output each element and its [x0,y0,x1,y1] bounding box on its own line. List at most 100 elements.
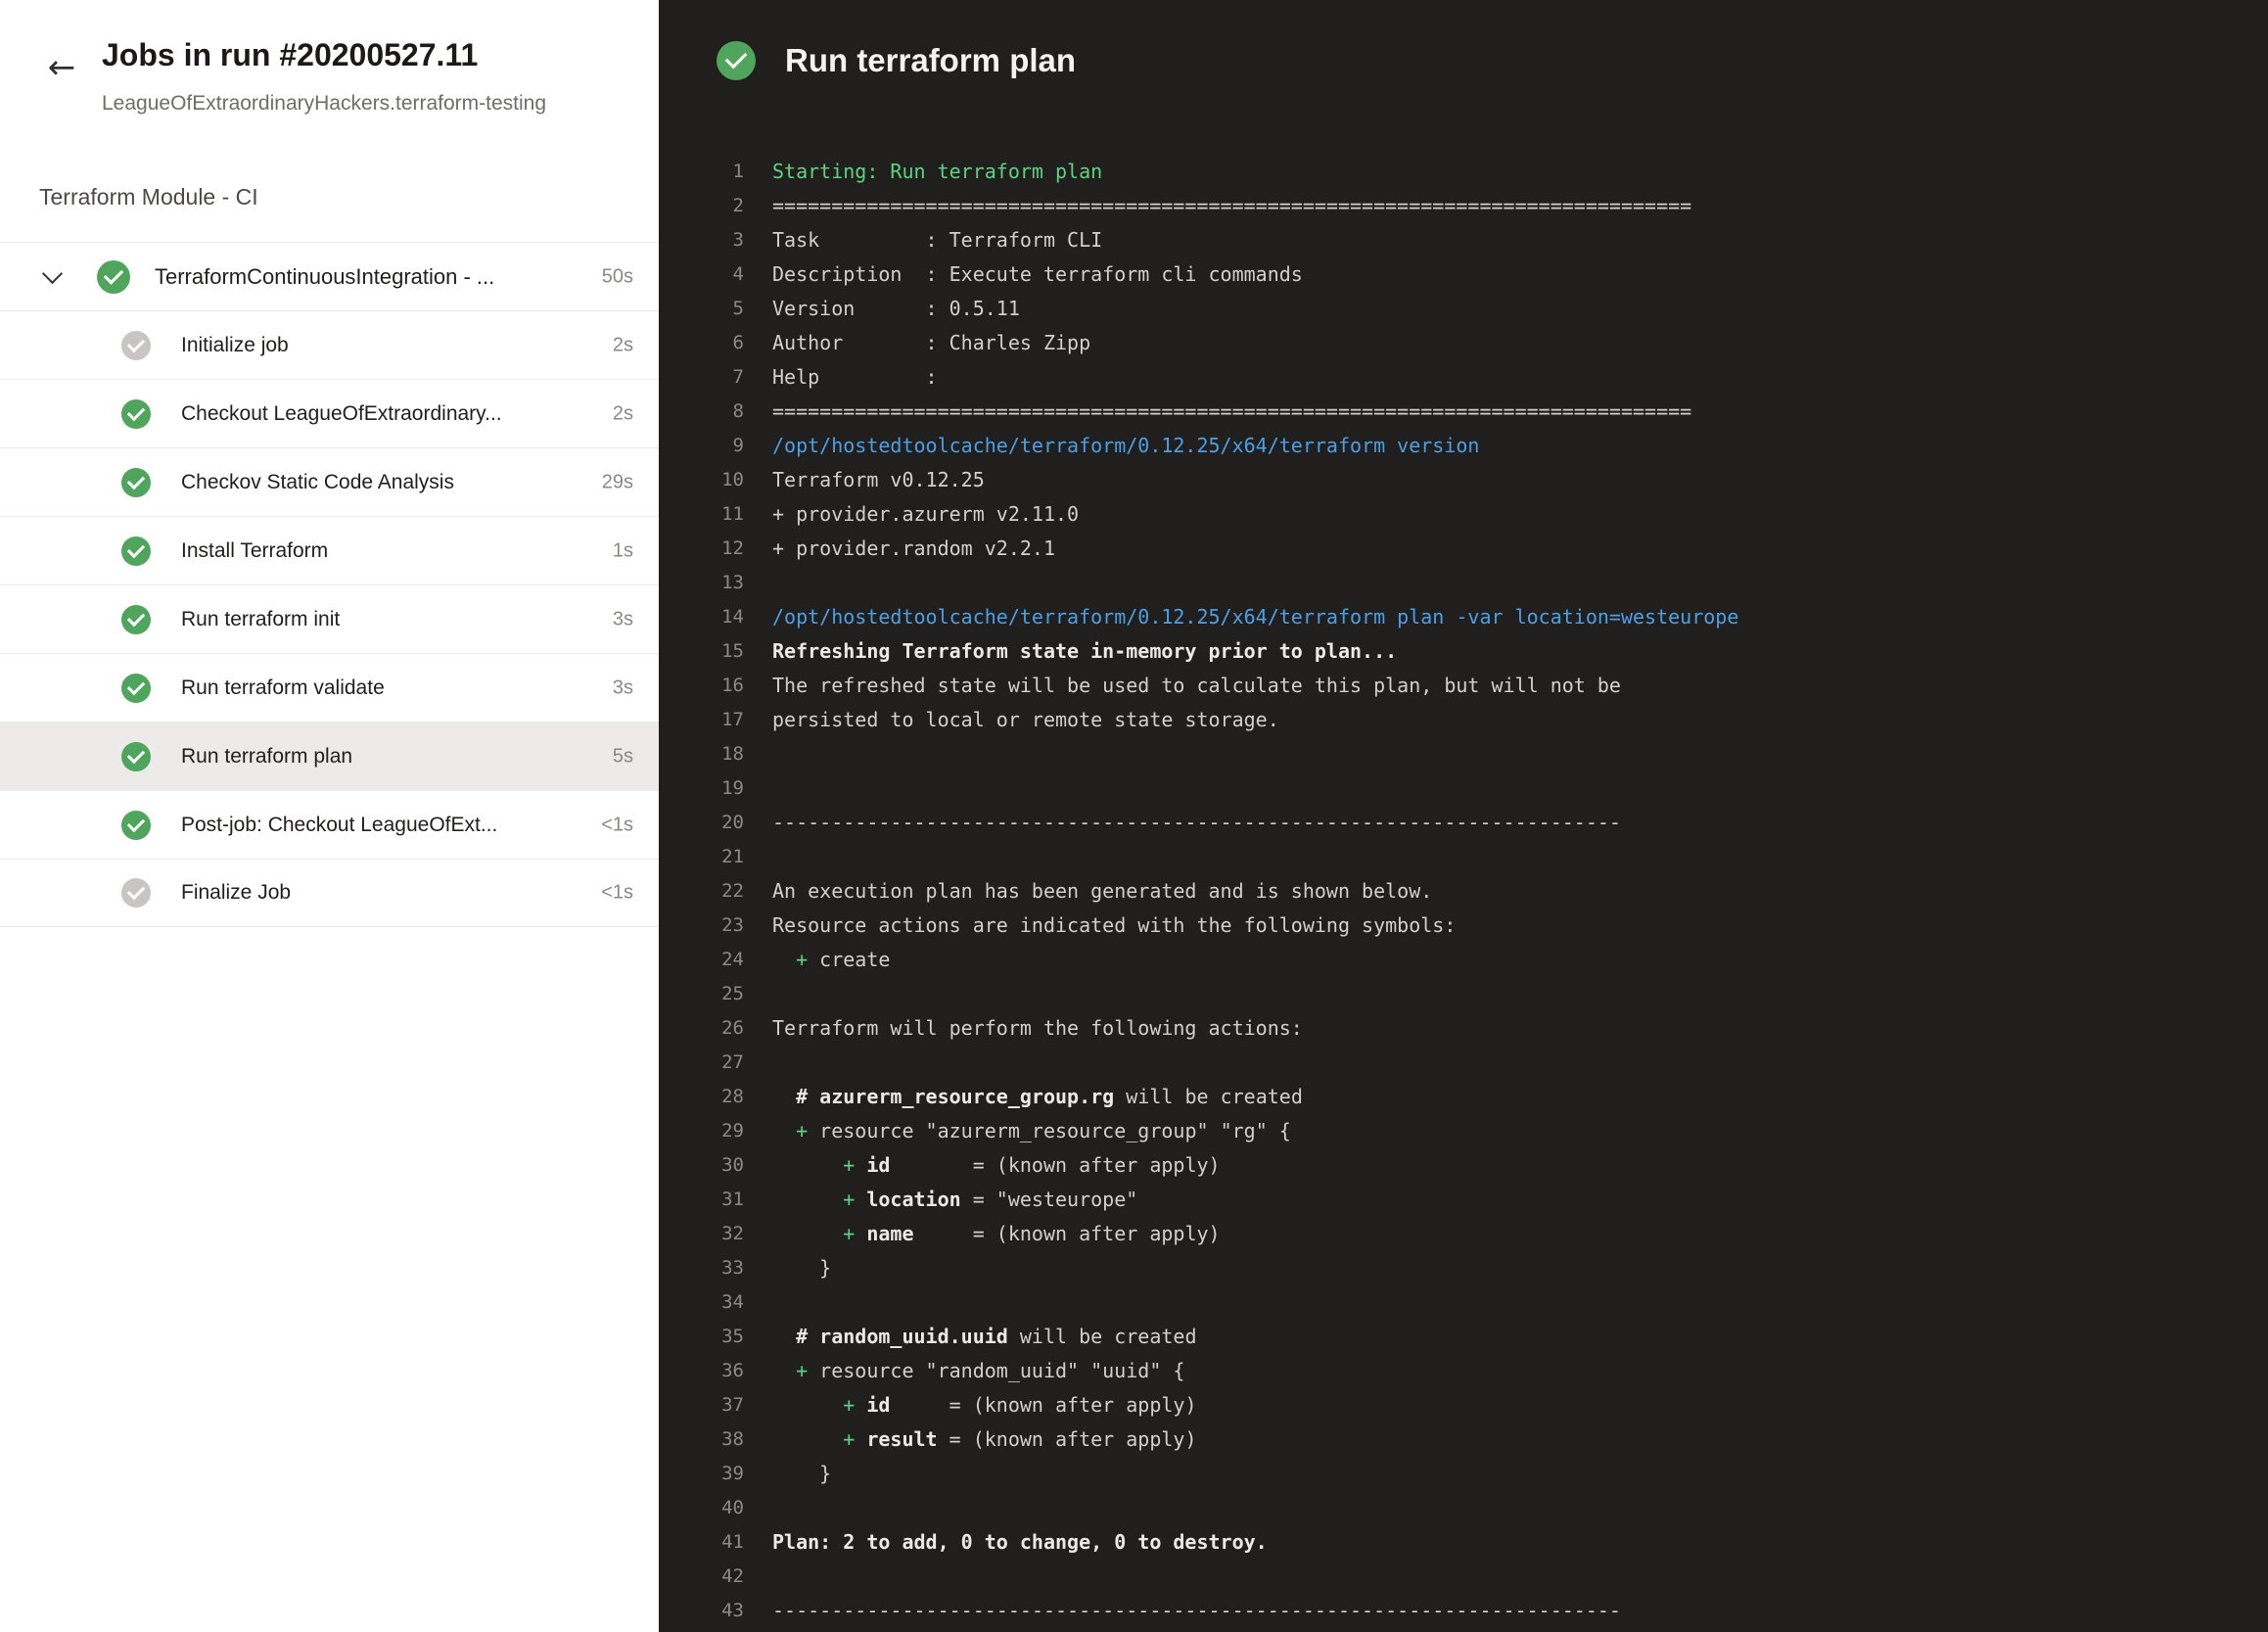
log-text-segment: ----------------------------------------… [772,1599,1621,1622]
log-line[interactable]: 24 + create [659,943,2268,977]
log-line-number: 29 [659,1114,744,1148]
log-line[interactable]: 8 ======================================… [659,395,2268,429]
log-output[interactable]: 1 Starting: Run terraform plan 2 =======… [659,155,2268,1632]
log-text-segment: Author : Charles Zipp [772,331,1090,354]
log-line[interactable]: 40 [659,1491,2268,1525]
log-text-segment [855,1222,866,1245]
log-text-segment: resource "azurerm_resource_group" "rg" { [808,1119,1291,1142]
log-text-segment: create [808,948,890,971]
log-line[interactable]: 41 Plan: 2 to add, 0 to change, 0 to des… [659,1525,2268,1560]
log-text-segment: + [843,1427,855,1451]
log-line[interactable]: 28 # azurerm_resource_group.rg will be c… [659,1080,2268,1114]
step-label: Run terraform validate [181,676,385,700]
log-text-segment: An execution plan has been generated and… [772,879,1432,903]
log-line[interactable]: 3 Task : Terraform CLI [659,223,2268,257]
log-line[interactable]: 14 /opt/hostedtoolcache/terraform/0.12.2… [659,600,2268,634]
step-row[interactable]: Initialize job 2s [0,310,659,379]
log-text-segment: # azurerm_resource_group.rg [796,1085,1114,1108]
log-line-number: 40 [659,1491,744,1525]
log-line[interactable]: 26 Terraform will perform the following … [659,1011,2268,1046]
back-button[interactable]: ← [37,43,86,92]
log-line[interactable]: 23 Resource actions are indicated with t… [659,909,2268,943]
log-text-segment: Refreshing Terraform state in-memory pri… [772,639,1397,663]
log-text-segment: will be created [1114,1085,1303,1108]
log-line-content: /opt/hostedtoolcache/terraform/0.12.25/x… [772,429,1479,463]
log-line[interactable]: 17 persisted to local or remote state st… [659,703,2268,737]
log-line[interactable]: 37 + id = (known after apply) [659,1388,2268,1422]
log-text-segment: resource "random_uuid" "uuid" { [808,1359,1184,1382]
log-text-segment: = (known after apply) [890,1393,1196,1417]
log-line[interactable]: 42 [659,1560,2268,1594]
log-line[interactable]: 5 Version : 0.5.11 [659,292,2268,326]
log-text-segment [855,1393,866,1417]
log-text-segment: = (known after apply) [914,1222,1221,1245]
log-line-number: 24 [659,943,744,977]
log-line[interactable]: 16 The refreshed state will be used to c… [659,669,2268,703]
log-line[interactable]: 19 [659,771,2268,806]
log-line-content: Refreshing Terraform state in-memory pri… [772,634,1397,669]
log-text-segment [772,948,796,971]
log-line[interactable]: 22 An execution plan has been generated … [659,874,2268,909]
step-row[interactable]: Run terraform validate 3s [0,653,659,722]
log-line[interactable]: 25 [659,977,2268,1011]
log-line[interactable]: 18 [659,737,2268,771]
step-row[interactable]: Run terraform init 3s [0,584,659,653]
log-line-number: 12 [659,532,744,566]
step-label: Post-job: Checkout LeagueOfExt... [181,814,497,837]
log-line[interactable]: 32 + name = (known after apply) [659,1217,2268,1251]
step-row[interactable]: Post-job: Checkout LeagueOfExt... <1s [0,790,659,859]
log-text-segment: + [843,1393,855,1417]
step-row[interactable]: Install Terraform 1s [0,516,659,584]
log-line[interactable]: 11 + provider.azurerm v2.11.0 [659,497,2268,532]
log-line[interactable]: 21 [659,840,2268,874]
job-row[interactable]: TerraformContinuousIntegration - ... 50s [0,242,659,310]
log-text-segment: /opt/hostedtoolcache/terraform/0.12.25/x… [772,434,1479,457]
log-line[interactable]: 4 Description : Execute terraform cli co… [659,257,2268,292]
log-text-segment: Version : 0.5.11 [772,297,1020,320]
log-line[interactable]: 43 -------------------------------------… [659,1594,2268,1628]
log-line[interactable]: 36 + resource "random_uuid" "uuid" { [659,1354,2268,1388]
step-row[interactable]: Checkout LeagueOfExtraordinary... 2s [0,379,659,447]
log-line-number: 2 [659,189,744,223]
log-line-number: 18 [659,737,744,771]
log-text-segment: Terraform will perform the following act… [772,1016,1303,1040]
log-line[interactable]: 10 Terraform v0.12.25 [659,463,2268,497]
log-line[interactable]: 29 + resource "azurerm_resource_group" "… [659,1114,2268,1148]
success-status-icon [121,605,151,634]
chevron-down-icon[interactable] [42,262,63,283]
log-text-segment: Starting: Run terraform plan [772,160,1102,183]
log-line-content: + id = (known after apply) [772,1148,1221,1183]
log-line[interactable]: 38 + result = (known after apply) [659,1422,2268,1457]
log-text-segment [855,1427,866,1451]
log-line-content: persisted to local or remote state stora… [772,703,1279,737]
log-line-number: 32 [659,1217,744,1251]
log-line[interactable]: 20 -------------------------------------… [659,806,2268,840]
log-line[interactable]: 39 } [659,1457,2268,1491]
step-row[interactable]: Checkov Static Code Analysis 29s [0,447,659,516]
log-line[interactable]: 9 /opt/hostedtoolcache/terraform/0.12.25… [659,429,2268,463]
log-line-number: 30 [659,1148,744,1183]
log-line[interactable]: 1 Starting: Run terraform plan [659,155,2268,189]
log-line[interactable]: 35 # random_uuid.uuid will be created [659,1320,2268,1354]
log-line[interactable]: 31 + location = "westeurope" [659,1183,2268,1217]
log-text-segment: + [796,948,808,971]
log-text-segment [772,1359,796,1382]
log-line[interactable]: 2 ======================================… [659,189,2268,223]
log-line-content: Help : [772,360,938,395]
log-line-content: Resource actions are indicated with the … [772,909,1456,943]
step-label: Initialize job [181,334,289,357]
log-line[interactable]: 7 Help : [659,360,2268,395]
log-line[interactable]: 15 Refreshing Terraform state in-memory … [659,634,2268,669]
log-text-segment: } [772,1462,831,1485]
log-line[interactable]: 13 [659,566,2268,600]
step-row[interactable]: Finalize Job <1s [0,859,659,927]
log-line[interactable]: 6 Author : Charles Zipp [659,326,2268,360]
step-row[interactable]: Run terraform plan 5s [0,722,659,790]
log-line[interactable]: 27 [659,1046,2268,1080]
log-line[interactable]: 12 + provider.random v2.2.1 [659,532,2268,566]
log-text-segment: + provider.azurerm v2.11.0 [772,502,1079,526]
log-line[interactable]: 34 [659,1285,2268,1320]
success-status-icon [121,399,151,429]
log-line[interactable]: 33 } [659,1251,2268,1285]
log-line[interactable]: 30 + id = (known after apply) [659,1148,2268,1183]
